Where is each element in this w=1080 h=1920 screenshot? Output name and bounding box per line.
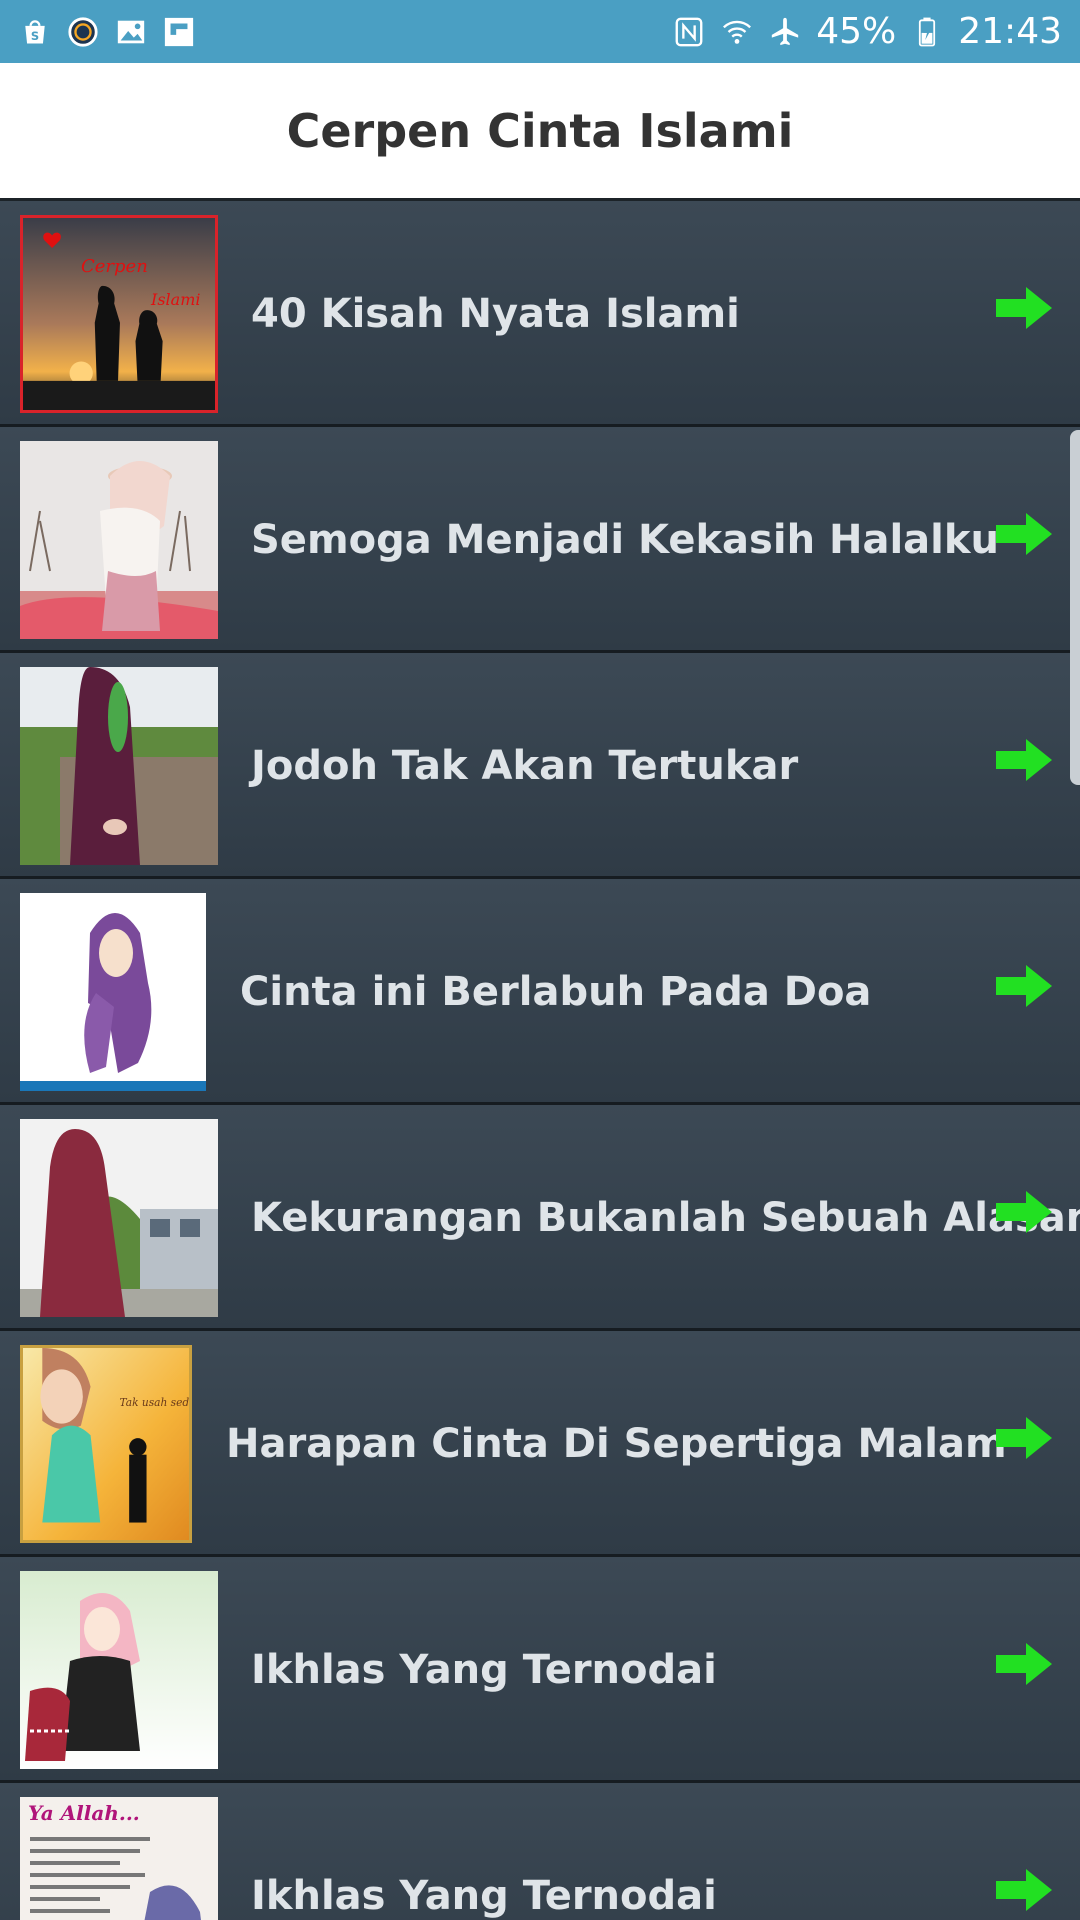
scrollbar[interactable] <box>1070 430 1080 785</box>
status-bar: S 45% 21:43 <box>0 0 1080 63</box>
list-item[interactable]: Semoga Menjadi Kekasih Halalku <box>0 427 1080 653</box>
arrow-right-icon[interactable] <box>994 737 1054 783</box>
shopping-bag-icon: S <box>18 15 52 49</box>
list-item[interactable]: Cinta ini Berlabuh Pada Doa <box>0 879 1080 1105</box>
svg-text:S: S <box>31 28 39 42</box>
story-thumbnail: Ya Allah... <box>20 1797 218 1920</box>
story-thumbnail: Cerpen Islami <box>20 215 218 413</box>
list-item[interactable]: Jodoh Tak Akan Tertukar <box>0 653 1080 879</box>
status-bar-left: S <box>18 15 196 49</box>
list-item[interactable]: Cerpen Islami 40 Kisah Nyata Islami <box>0 201 1080 427</box>
airplane-mode-icon <box>768 15 802 49</box>
list-item[interactable]: Ya Allah... Ikhlas Yang Ternodai <box>0 1783 1080 1920</box>
app-bar: Cerpen Cinta Islami <box>0 63 1080 201</box>
story-thumbnail: Tak usah sedih <box>20 1345 192 1543</box>
story-thumbnail <box>20 1119 218 1317</box>
arrow-right-icon[interactable] <box>994 1189 1054 1235</box>
flipboard-icon <box>162 15 196 49</box>
thumb-caption: Islami <box>151 290 201 309</box>
story-title: Jodoh Tak Akan Tertukar <box>251 743 799 789</box>
story-thumbnail <box>20 441 218 639</box>
arrow-right-icon[interactable] <box>994 963 1054 1009</box>
s-logo-icon <box>66 15 100 49</box>
arrow-right-icon[interactable] <box>994 1641 1054 1687</box>
arrow-right-icon[interactable] <box>994 1867 1054 1913</box>
story-title: 40 Kisah Nyata Islami <box>251 291 740 337</box>
story-list[interactable]: Cerpen Islami 40 Kisah Nyata Islami Semo… <box>0 201 1080 1920</box>
story-title: Ikhlas Yang Ternodai <box>251 1647 717 1693</box>
story-thumbnail <box>20 893 206 1091</box>
battery-percentage: 45% <box>816 10 897 52</box>
page-title: Cerpen Cinta Islami <box>286 103 794 158</box>
arrow-right-icon[interactable] <box>994 285 1054 331</box>
story-title: Kekurangan Bukanlah Sebuah Alasan <box>251 1195 1080 1241</box>
story-title: Ikhlas Yang Ternodai <box>251 1873 717 1919</box>
story-thumbnail <box>20 667 218 865</box>
thumb-caption: Cerpen <box>81 256 148 277</box>
arrow-right-icon[interactable] <box>994 511 1054 557</box>
list-item[interactable]: Kekurangan Bukanlah Sebuah Alasan <box>0 1105 1080 1331</box>
list-item[interactable]: Ikhlas Yang Ternodai <box>0 1557 1080 1783</box>
status-bar-right: 45% 21:43 <box>672 10 1062 52</box>
svg-text:Tak usah sedih: Tak usah sedih <box>120 1396 189 1409</box>
wifi-icon <box>720 15 754 49</box>
story-title: Cinta ini Berlabuh Pada Doa <box>240 969 872 1015</box>
story-title: Semoga Menjadi Kekasih Halalku <box>251 517 999 563</box>
story-title: Harapan Cinta Di Sepertiga Malam <box>226 1421 1007 1467</box>
thumb-caption: Ya Allah... <box>28 1801 140 1825</box>
gallery-icon <box>114 15 148 49</box>
clock: 21:43 <box>958 10 1062 52</box>
battery-charging-icon <box>910 15 944 49</box>
arrow-right-icon[interactable] <box>994 1415 1054 1461</box>
list-item[interactable]: Tak usah sedih Harapan Cinta Di Sepertig… <box>0 1331 1080 1557</box>
nfc-icon <box>672 15 706 49</box>
story-thumbnail <box>20 1571 218 1769</box>
